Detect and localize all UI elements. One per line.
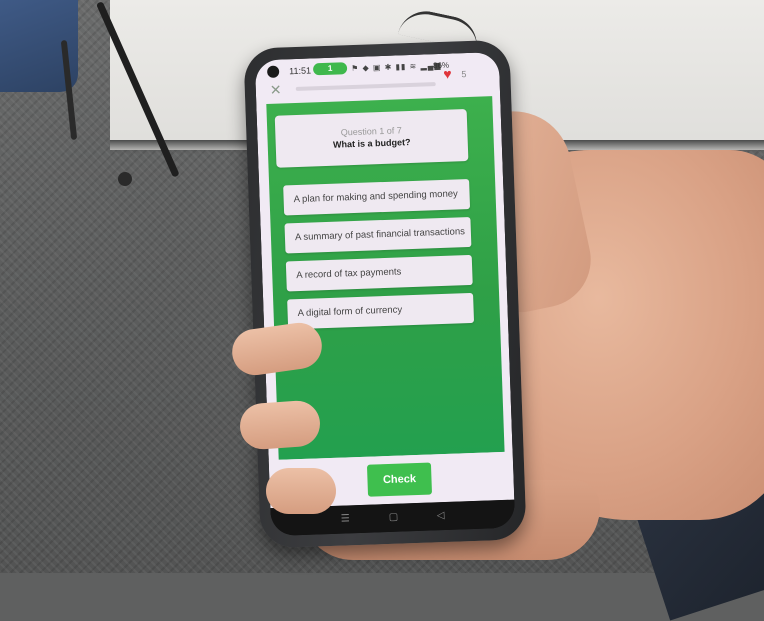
- menu-icon[interactable]: ☰: [341, 513, 350, 524]
- close-icon[interactable]: ✕: [270, 81, 282, 98]
- back-icon[interactable]: ◁: [437, 510, 445, 521]
- finger: [266, 468, 336, 514]
- notification-badge: 1: [312, 62, 348, 76]
- front-camera: [266, 65, 280, 78]
- answer-option[interactable]: A record of tax payments: [285, 254, 473, 292]
- chair-caster: [118, 172, 132, 186]
- answer-option[interactable]: A plan for making and spending money: [283, 178, 471, 216]
- heart-icon: ♥: [443, 65, 452, 82]
- answer-option[interactable]: A summary of past financial transactions: [284, 216, 472, 254]
- phone-screen: 11:51 1 ⚑ ◆ ▣ ✱ ▮▮ ≋ ▂▄▆ 86% ✕ ♥ 5 Quest…: [254, 51, 516, 537]
- home-icon[interactable]: ▢: [389, 512, 399, 523]
- check-button[interactable]: Check: [366, 462, 433, 497]
- answer-option[interactable]: A digital form of currency: [287, 292, 475, 330]
- finger: [238, 399, 322, 451]
- status-icons: ⚑ ◆ ▣ ✱ ▮▮ ≋ ▂▄▆: [350, 60, 442, 74]
- lives-count: 5: [461, 69, 467, 80]
- quiz-progress-bar: [295, 82, 436, 91]
- question-card: Question 1 of 7 What is a budget?: [274, 109, 469, 168]
- status-time: 11:51: [288, 65, 312, 77]
